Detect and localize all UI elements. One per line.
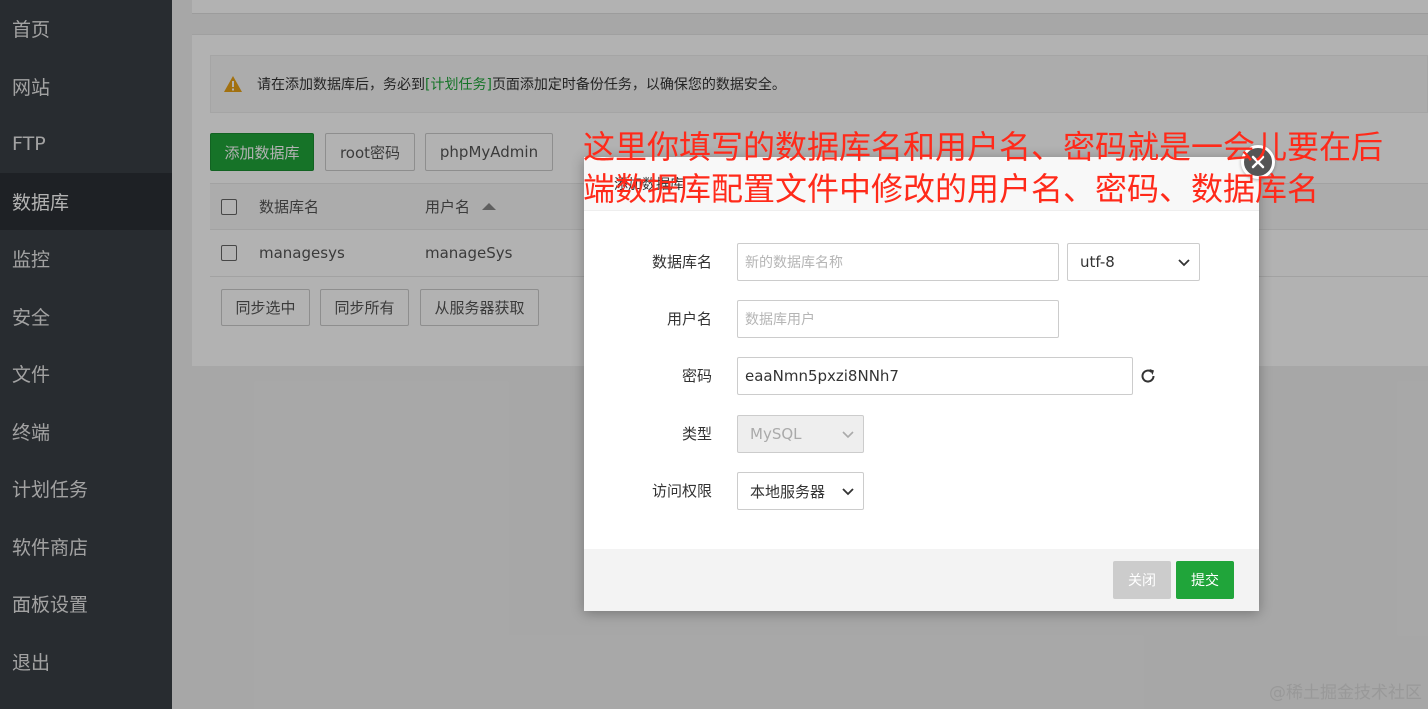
charset-value: utf-8 <box>1080 253 1115 271</box>
refresh-icon[interactable] <box>1138 366 1158 386</box>
username-input[interactable] <box>737 300 1059 338</box>
add-database-dialog: 添加数据库 数据库名 utf-8 用户名 密码 类型 MySQL <box>584 145 1275 611</box>
password-row: 密码 <box>584 357 1259 395</box>
db-name-row: 数据库名 utf-8 <box>584 243 1259 281</box>
access-select[interactable]: 本地服务器 <box>737 472 864 510</box>
annotation-line-1: 这里你填写的数据库名和用户名、密码就是一会儿要在后 <box>583 128 1384 166</box>
type-value: MySQL <box>750 425 802 443</box>
access-row: 访问权限 本地服务器 <box>584 472 1259 510</box>
chevron-down-icon <box>1178 259 1190 267</box>
access-value: 本地服务器 <box>750 482 826 501</box>
username-label: 用户名 <box>666 310 712 328</box>
password-input[interactable] <box>737 357 1133 395</box>
password-label: 密码 <box>681 367 712 385</box>
db-name-input[interactable] <box>737 243 1059 281</box>
chevron-down-icon <box>842 488 854 496</box>
username-row: 用户名 <box>584 300 1259 338</box>
submit-button[interactable]: 提交 <box>1176 561 1234 599</box>
watermark: @稀土掘金技术社区 <box>1269 683 1422 703</box>
type-select: MySQL <box>737 415 864 453</box>
annotation-line-2: 端数据库配置文件中修改的用户名、密码、数据库名 <box>583 170 1320 208</box>
charset-select[interactable]: utf-8 <box>1067 243 1200 281</box>
type-row: 类型 MySQL <box>584 415 1259 453</box>
dialog-footer: 关闭 提交 <box>584 549 1259 611</box>
access-label: 访问权限 <box>651 482 712 500</box>
cancel-button[interactable]: 关闭 <box>1113 561 1171 599</box>
annotation-text: 这里你填写的数据库名和用户名、密码就是一会儿要在后 端数据库配置文件中修改的用户… <box>583 126 1428 210</box>
db-name-label: 数据库名 <box>651 253 712 271</box>
chevron-down-icon <box>842 431 854 439</box>
type-label: 类型 <box>681 425 712 443</box>
